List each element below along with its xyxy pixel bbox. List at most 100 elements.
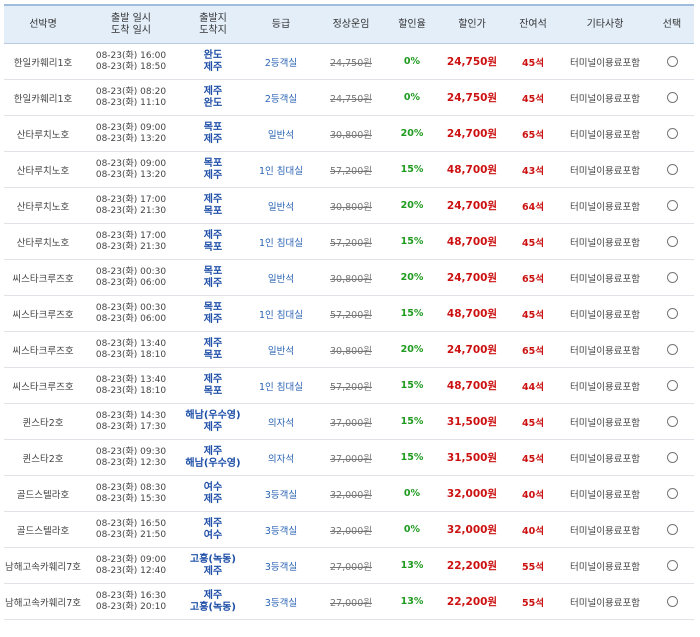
select-radio[interactable] bbox=[666, 416, 678, 427]
remarks: 터미널이용료포함 bbox=[560, 331, 650, 368]
select-radio[interactable] bbox=[666, 200, 678, 211]
seat-grade: 1인 침대실 bbox=[246, 295, 316, 332]
table-row[interactable]: 남해고속카훼리7호 08-23(화) 09:00 08-23(화) 12:40 고흥(… bbox=[4, 547, 694, 584]
arrival-port: 제주 bbox=[203, 61, 223, 73]
table-row[interactable]: 한일카훼리1호 08-23(화) 08:20 08-23(화) 11:10 제주 완도 2… bbox=[4, 79, 694, 116]
arrive-time: 08-23(화) 12:40 bbox=[95, 565, 167, 576]
select-radio[interactable] bbox=[666, 344, 678, 355]
discount-price: 31,500원 bbox=[438, 403, 506, 440]
table-row[interactable]: 골드스텔라호 08-23(화) 16:50 08-23(화) 21:50 제주 여수 3등… bbox=[4, 511, 694, 548]
discount-rate: 13% bbox=[386, 583, 438, 620]
select-radio[interactable] bbox=[666, 560, 678, 571]
regular-fare: 27,000원 bbox=[316, 547, 386, 584]
depart-time: 08-23(화) 13:40 bbox=[95, 338, 167, 349]
remaining-seats: 43석 bbox=[506, 151, 560, 188]
seat-grade: 일반석 bbox=[246, 331, 316, 368]
table-row[interactable]: 골드스텔라호 08-23(화) 08:30 08-23(화) 15:30 여수 제주 3등… bbox=[4, 475, 694, 512]
discount-price: 22,200원 bbox=[438, 547, 506, 584]
seat-grade: 2등객실 bbox=[246, 43, 316, 80]
select-radio[interactable] bbox=[666, 380, 678, 391]
seat-grade: 1인 침대실 bbox=[246, 223, 316, 260]
route-cell: 해남(우수영) 제주 bbox=[180, 403, 246, 440]
discount-rate: 0% bbox=[386, 79, 438, 116]
table-row[interactable]: 씨스타크루즈호 08-23(화) 13:40 08-23(화) 18:10 제주 목포 1… bbox=[4, 367, 694, 404]
table-row[interactable]: 씨스타크루즈호 08-23(화) 00:30 08-23(화) 06:00 목포 제주 1… bbox=[4, 295, 694, 332]
seat-grade: 일반석 bbox=[246, 187, 316, 224]
select-radio[interactable] bbox=[666, 596, 678, 607]
arrival-port: 제주 bbox=[203, 421, 223, 433]
select-cell bbox=[650, 259, 694, 296]
ship-name: 퀸스타2호 bbox=[4, 439, 82, 476]
remaining-seats: 45석 bbox=[506, 403, 560, 440]
select-radio[interactable] bbox=[666, 236, 678, 247]
table-row[interactable]: 한일카훼리1호 08-23(화) 16:00 08-23(화) 18:50 완도 제주 2… bbox=[4, 43, 694, 80]
arrive-time: 08-23(화) 11:10 bbox=[95, 97, 167, 108]
arrival-port: 고흥(녹동) bbox=[190, 601, 236, 613]
datetime-cell: 08-23(화) 14:30 08-23(화) 17:30 bbox=[82, 403, 180, 440]
table-row[interactable]: 산타루치노호 08-23(화) 17:00 08-23(화) 21:30 제주 목포 1인… bbox=[4, 223, 694, 260]
datetime-cell: 08-23(화) 16:50 08-23(화) 21:50 bbox=[82, 511, 180, 548]
select-radio[interactable] bbox=[666, 92, 678, 103]
header-datetime: 출발 일시 도착 일시 bbox=[82, 4, 180, 44]
table-row[interactable]: 산타루치노호 08-23(화) 17:00 08-23(화) 21:30 제주 목포 일반… bbox=[4, 187, 694, 224]
seat-grade: 3등객실 bbox=[246, 511, 316, 548]
depart-time: 08-23(화) 16:00 bbox=[95, 50, 167, 61]
select-cell bbox=[650, 151, 694, 188]
remaining-seats: 45석 bbox=[506, 439, 560, 476]
select-radio[interactable] bbox=[666, 128, 678, 139]
route-cell: 제주 완도 bbox=[180, 79, 246, 116]
seat-grade: 1인 침대실 bbox=[246, 151, 316, 188]
table-row[interactable]: 남해고속카훼리7호 08-23(화) 16:30 08-23(화) 20:10 제주 고… bbox=[4, 583, 694, 620]
discount-price: 24,700원 bbox=[438, 259, 506, 296]
departure-port: 완도 bbox=[203, 49, 223, 61]
discount-price: 32,000원 bbox=[438, 511, 506, 548]
select-cell bbox=[650, 331, 694, 368]
ship-name: 한일카훼리1호 bbox=[4, 43, 82, 80]
departure-port: 제주 bbox=[203, 85, 223, 97]
ferry-schedule-panel: 선박명 출발 일시 도착 일시 출발지 도착지 등급 정상운임 할인율 할인가 … bbox=[4, 0, 694, 620]
remarks: 터미널이용료포함 bbox=[560, 439, 650, 476]
departure-port: 고흥(녹동) bbox=[190, 553, 236, 565]
select-radio[interactable] bbox=[666, 272, 678, 283]
table-row[interactable]: 퀸스타2호 08-23(화) 09:30 08-23(화) 12:30 제주 해남(우수… bbox=[4, 439, 694, 476]
select-cell bbox=[650, 583, 694, 620]
table-row[interactable]: 산타루치노호 08-23(화) 09:00 08-23(화) 13:20 목포 제주 1인… bbox=[4, 151, 694, 188]
table-row[interactable]: 산타루치노호 08-23(화) 09:00 08-23(화) 13:20 목포 제주 일반… bbox=[4, 115, 694, 152]
select-radio[interactable] bbox=[666, 488, 678, 499]
discount-rate: 15% bbox=[386, 403, 438, 440]
remarks: 터미널이용료포함 bbox=[560, 583, 650, 620]
depart-time: 08-23(화) 09:00 bbox=[95, 554, 167, 565]
ship-name: 씨스타크루즈호 bbox=[4, 331, 82, 368]
select-radio[interactable] bbox=[666, 164, 678, 175]
select-cell bbox=[650, 403, 694, 440]
arrival-port: 제주 bbox=[203, 169, 223, 181]
seat-grade: 의자석 bbox=[246, 439, 316, 476]
discount-rate: 0% bbox=[386, 43, 438, 80]
table-row[interactable]: 씨스타크루즈호 08-23(화) 00:30 08-23(화) 06:00 목포 제주 일… bbox=[4, 259, 694, 296]
discount-rate: 15% bbox=[386, 223, 438, 260]
select-radio[interactable] bbox=[666, 524, 678, 535]
regular-fare: 32,000원 bbox=[316, 475, 386, 512]
table-row[interactable]: 퀸스타2호 08-23(화) 14:30 08-23(화) 17:30 해남(우수영)… bbox=[4, 403, 694, 440]
remarks: 터미널이용료포함 bbox=[560, 367, 650, 404]
discount-price: 48,700원 bbox=[438, 223, 506, 260]
remaining-seats: 65석 bbox=[506, 115, 560, 152]
discount-price: 32,000원 bbox=[438, 475, 506, 512]
header-grade: 등급 bbox=[246, 4, 316, 44]
discount-price: 22,200원 bbox=[438, 583, 506, 620]
regular-fare: 37,000원 bbox=[316, 403, 386, 440]
remarks: 터미널이용료포함 bbox=[560, 295, 650, 332]
regular-fare: 57,200원 bbox=[316, 223, 386, 260]
select-radio[interactable] bbox=[666, 56, 678, 67]
discount-price: 24,700원 bbox=[438, 187, 506, 224]
datetime-cell: 08-23(화) 17:00 08-23(화) 21:30 bbox=[82, 187, 180, 224]
datetime-cell: 08-23(화) 13:40 08-23(화) 18:10 bbox=[82, 367, 180, 404]
departure-port: 목포 bbox=[203, 157, 223, 169]
select-radio[interactable] bbox=[666, 308, 678, 319]
remaining-seats: 40석 bbox=[506, 511, 560, 548]
table-row[interactable]: 씨스타크루즈호 08-23(화) 13:40 08-23(화) 18:10 제주 목포 일… bbox=[4, 331, 694, 368]
regular-fare: 24,750원 bbox=[316, 79, 386, 116]
select-radio[interactable] bbox=[666, 452, 678, 463]
datetime-cell: 08-23(화) 16:30 08-23(화) 20:10 bbox=[82, 583, 180, 620]
route-cell: 제주 고흥(녹동) bbox=[180, 583, 246, 620]
